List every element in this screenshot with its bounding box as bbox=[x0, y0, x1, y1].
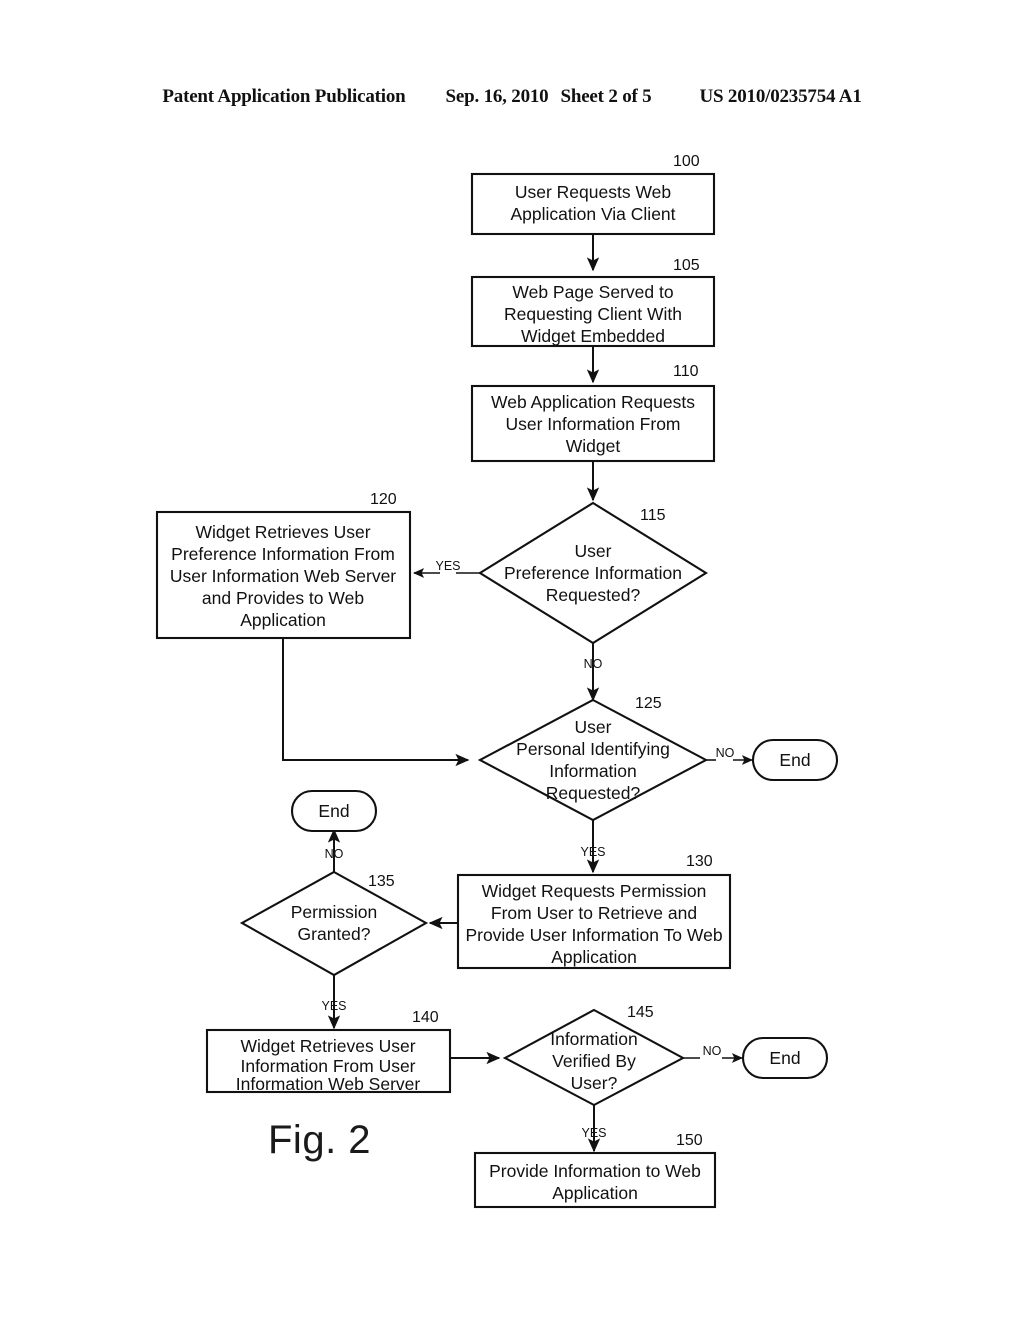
node-110-line2: User Information From bbox=[505, 414, 680, 434]
node-120-ref: 120 bbox=[370, 491, 397, 508]
node-145-ref: 145 bbox=[627, 1004, 654, 1021]
node-110-ref: 110 bbox=[673, 363, 699, 380]
edge-label-yes-115: YES bbox=[435, 559, 460, 573]
node-105-line3: Widget Embedded bbox=[521, 326, 665, 346]
node-125-line4: Requested? bbox=[546, 783, 641, 803]
node-115-line3: Requested? bbox=[546, 585, 641, 605]
flowchart-diagram: User Requests Web Application Via Client… bbox=[155, 153, 839, 1209]
node-115-line2: Preference Information bbox=[504, 563, 682, 583]
edge-label-no-135: NO bbox=[325, 847, 344, 861]
node-125-ref: 125 bbox=[635, 695, 662, 712]
node-150-line2: Application bbox=[552, 1183, 638, 1203]
node-120-line5: Application bbox=[240, 610, 326, 630]
node-100-line2: Application Via Client bbox=[510, 204, 675, 224]
node-105-ref: 105 bbox=[673, 257, 700, 274]
node-140-ref: 140 bbox=[412, 1009, 439, 1026]
node-105-line1: Web Page Served to bbox=[512, 282, 673, 302]
node-120-line4: and Provides to Web bbox=[202, 588, 364, 608]
patent-drawing-page: Patent Application Publication Sep. 16, 2… bbox=[0, 0, 1024, 1320]
node-120-line1: Widget Retrieves User bbox=[195, 522, 370, 542]
node-145-line3: User? bbox=[571, 1073, 618, 1093]
node-100-line1: User Requests Web bbox=[515, 182, 671, 202]
node-130-line4: Application bbox=[551, 947, 637, 967]
node-130-line1: Widget Requests Permission bbox=[482, 881, 707, 901]
node-125-line1: User bbox=[575, 717, 612, 737]
node-115-ref: 115 bbox=[640, 507, 666, 524]
node-145-line2: Verified By bbox=[552, 1051, 636, 1071]
node-150-line1: Provide Information to Web bbox=[489, 1161, 701, 1181]
figure-label: Fig. 2 bbox=[268, 1118, 372, 1162]
node-115-line1: User bbox=[575, 541, 612, 561]
node-125-line2: Personal Identifying bbox=[516, 739, 670, 759]
node-140-line3: Information Web Server bbox=[236, 1074, 421, 1094]
edge-label-yes-145: YES bbox=[581, 1126, 606, 1140]
edge-label-no-125: NO bbox=[716, 746, 735, 760]
node-135-ref: 135 bbox=[368, 873, 395, 890]
node-110-line1: Web Application Requests bbox=[491, 392, 695, 412]
node-125-line3: Information bbox=[549, 761, 637, 781]
edge-label-yes-135: YES bbox=[321, 999, 346, 1013]
node-130-ref: 130 bbox=[686, 853, 713, 870]
node-150-ref: 150 bbox=[676, 1132, 703, 1149]
node-105-line2: Requesting Client With bbox=[504, 304, 682, 324]
end-node-135-label: End bbox=[318, 801, 349, 821]
node-135-line1: Permission bbox=[291, 902, 378, 922]
edge-label-yes-125: YES bbox=[580, 845, 605, 859]
node-120-line2: Preference Information From bbox=[171, 544, 395, 564]
end-node-125-label: End bbox=[779, 750, 810, 770]
edge-120-to-125 bbox=[282, 638, 470, 767]
node-100-ref: 100 bbox=[673, 153, 700, 170]
node-110-line3: Widget bbox=[566, 436, 621, 456]
node-135-line2: Granted? bbox=[298, 924, 371, 944]
node-140-line1: Widget Retrieves User bbox=[240, 1036, 415, 1056]
node-130-line3: Provide User Information To Web bbox=[465, 925, 722, 945]
end-node-145-label: End bbox=[769, 1048, 800, 1068]
node-145-line1: Information bbox=[550, 1029, 638, 1049]
edge-label-no-145: NO bbox=[703, 1044, 722, 1058]
node-130-line2: From User to Retrieve and bbox=[491, 903, 697, 923]
node-140-line2: Information From User bbox=[240, 1056, 415, 1076]
node-120-line3: User Information Web Server bbox=[170, 566, 396, 586]
edge-label-no-115: NO bbox=[584, 657, 603, 671]
